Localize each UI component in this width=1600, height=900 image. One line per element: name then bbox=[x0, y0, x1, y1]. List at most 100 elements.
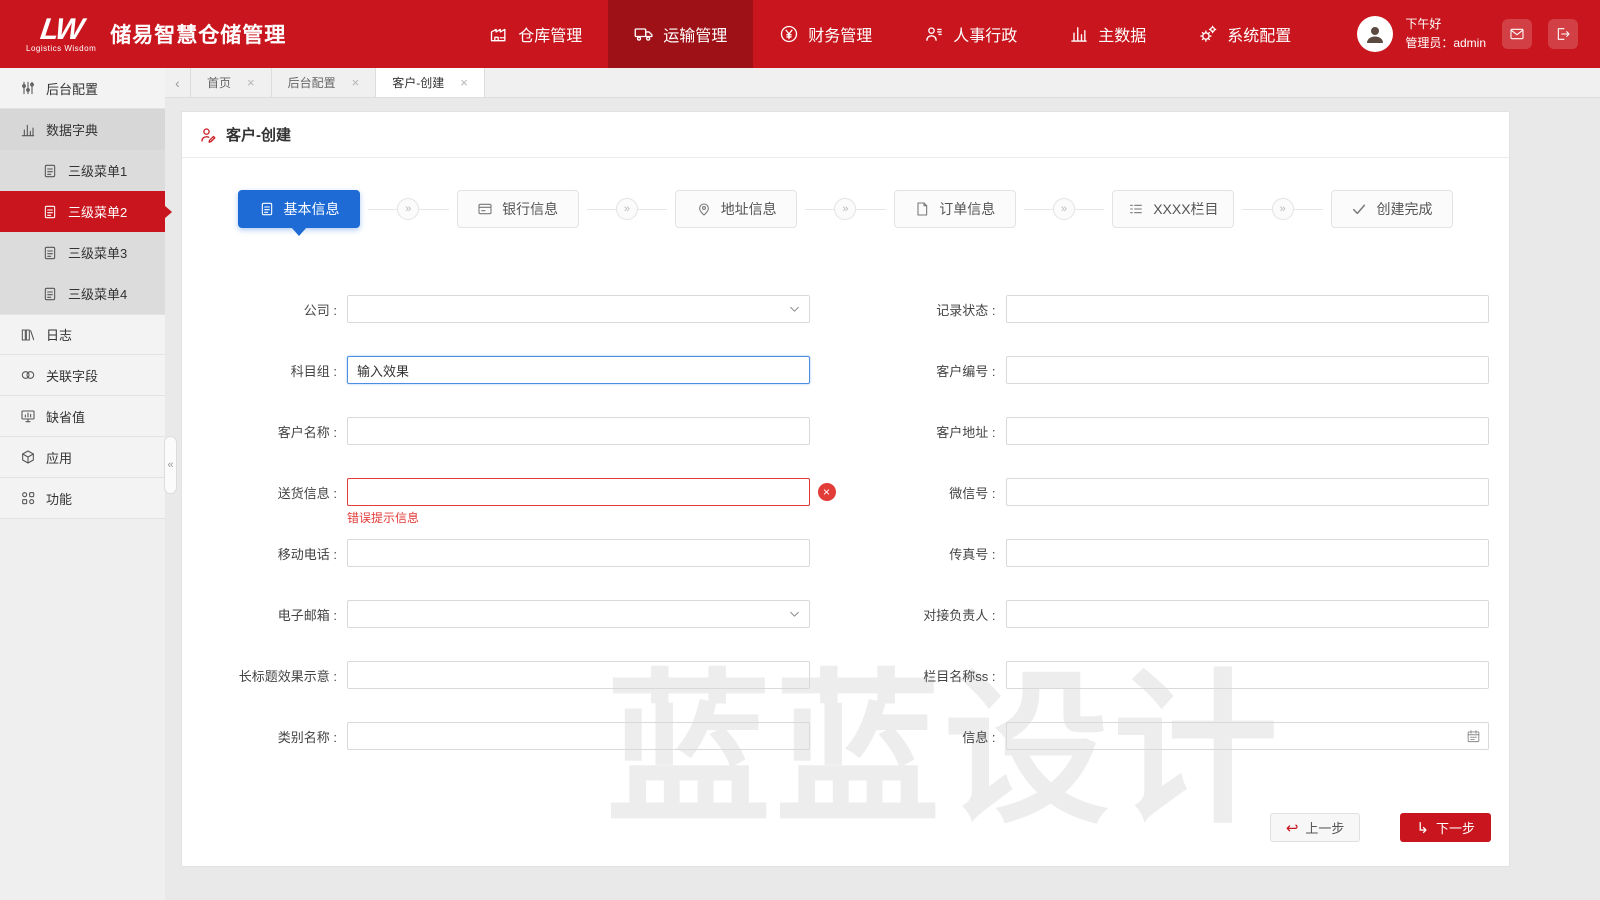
form-row-customer-address: 客户地址 : bbox=[846, 417, 1510, 445]
step-label: 订单信息 bbox=[939, 199, 995, 219]
double-chevron-icon: » bbox=[1272, 198, 1294, 220]
form-row-long-title-demo: 长标题效果示意 : bbox=[182, 661, 846, 689]
nav-item-hr[interactable]: 人事行政 bbox=[898, 0, 1043, 68]
nav-item-warehouse[interactable]: 仓库管理 bbox=[463, 0, 608, 68]
tab-customer-create[interactable]: 客户-创建 × bbox=[376, 68, 485, 97]
step-basic-info[interactable]: 基本信息 bbox=[238, 190, 360, 228]
double-chevron-icon: » bbox=[616, 198, 638, 220]
sidebar-item-data-dictionary[interactable]: 数据字典 bbox=[0, 109, 165, 150]
tab-home[interactable]: 首页 × bbox=[191, 68, 272, 97]
tab-backend-config[interactable]: 后台配置 × bbox=[272, 68, 377, 97]
nav-item-system-config[interactable]: 系统配置 bbox=[1172, 0, 1317, 68]
calendar-icon[interactable] bbox=[1466, 729, 1481, 744]
sidebar-item-label: 应用 bbox=[46, 448, 72, 467]
close-icon[interactable]: × bbox=[460, 75, 468, 90]
email-select[interactable] bbox=[347, 600, 810, 628]
close-icon[interactable]: × bbox=[247, 75, 255, 90]
step-order-info[interactable]: 订单信息 bbox=[894, 190, 1016, 228]
field-label: 科目组 : bbox=[182, 361, 347, 380]
step-address-info[interactable]: 地址信息 bbox=[675, 190, 797, 228]
finance-icon bbox=[779, 24, 799, 44]
step-connector: » bbox=[587, 198, 668, 220]
error-circle-icon[interactable]: × bbox=[818, 483, 836, 501]
mail-button[interactable] bbox=[1502, 19, 1532, 49]
sidebar-item-functions[interactable]: 功能 bbox=[0, 478, 165, 519]
user-role: 管理员：admin bbox=[1405, 34, 1486, 53]
long-title-demo-input[interactable] bbox=[347, 661, 810, 689]
logout-button[interactable] bbox=[1548, 19, 1578, 49]
step-create-complete[interactable]: 创建完成 bbox=[1331, 190, 1453, 228]
step-connector: » bbox=[368, 198, 449, 220]
field-label: 对接负责人 : bbox=[846, 605, 1006, 624]
sidebar-item-backend-config[interactable]: 后台配置 bbox=[0, 68, 165, 109]
nav-item-finance[interactable]: 财务管理 bbox=[753, 0, 898, 68]
step-label: 创建完成 bbox=[1376, 199, 1432, 219]
close-icon[interactable]: × bbox=[352, 75, 360, 90]
sidebar-item-default-values[interactable]: 缺省值 bbox=[0, 396, 165, 437]
category-name-input[interactable] bbox=[347, 722, 810, 750]
sidebar-item-applications[interactable]: 应用 bbox=[0, 437, 165, 478]
sidebar-item-submenu-3[interactable]: 三级菜单3 bbox=[0, 232, 165, 273]
company-select[interactable] bbox=[347, 295, 810, 323]
tab-label: 客户-创建 bbox=[392, 74, 444, 91]
fax-input[interactable] bbox=[1006, 539, 1490, 567]
field-label: 移动电话 : bbox=[182, 544, 347, 563]
tab-bar: ‹ 首页 × 后台配置 × 客户-创建 × bbox=[165, 68, 1600, 98]
location-icon bbox=[696, 201, 712, 217]
bar-chart-icon bbox=[1069, 24, 1089, 44]
sidebar-item-logs[interactable]: 日志 bbox=[0, 314, 165, 355]
column-name-ss-input[interactable] bbox=[1006, 661, 1490, 689]
step-bank-info[interactable]: 银行信息 bbox=[457, 190, 579, 228]
top-navigation: 仓库管理 运输管理 财务管理 人事行政 主数据 bbox=[463, 0, 1317, 68]
next-step-label: 下一步 bbox=[1436, 818, 1475, 837]
grid-icon bbox=[20, 490, 36, 506]
step-label: 银行信息 bbox=[502, 199, 558, 219]
tab-scroll-left[interactable]: ‹ bbox=[165, 68, 191, 97]
customer-address-input[interactable] bbox=[1006, 417, 1490, 445]
form-row-column-name-ss: 栏目名称ss : bbox=[846, 661, 1510, 689]
card-header: 客户-创建 bbox=[182, 112, 1509, 158]
form-row-info-date: 信息 : bbox=[846, 722, 1510, 750]
field-label: 长标题效果示意 : bbox=[182, 666, 347, 685]
nav-item-master-data[interactable]: 主数据 bbox=[1043, 0, 1172, 68]
next-step-button[interactable]: ↳ 下一步 bbox=[1400, 813, 1491, 842]
mobile-phone-input[interactable] bbox=[347, 539, 810, 567]
sidebar-item-submenu-2[interactable]: 三级菜单2 bbox=[0, 191, 165, 232]
form-row-contact-person: 对接负责人 : bbox=[846, 600, 1510, 628]
nav-item-transport[interactable]: 运输管理 bbox=[608, 0, 753, 68]
nav-item-label: 人事行政 bbox=[953, 22, 1017, 46]
prev-step-button[interactable]: ↩ 上一步 bbox=[1270, 813, 1361, 842]
info-date-input[interactable] bbox=[1006, 722, 1490, 750]
contact-person-input[interactable] bbox=[1006, 600, 1490, 628]
form-row-wechat: 微信号 : bbox=[846, 478, 1510, 506]
subject-group-input[interactable] bbox=[347, 356, 810, 384]
sliders-icon bbox=[20, 80, 36, 96]
wechat-input[interactable] bbox=[1006, 478, 1490, 506]
logo-mark: LW Logistics Wisdom bbox=[26, 16, 96, 53]
nav-item-label: 财务管理 bbox=[808, 22, 872, 46]
step-label: XXXX栏目 bbox=[1153, 199, 1218, 219]
step-xxxx-column[interactable]: XXXX栏目 bbox=[1112, 190, 1234, 228]
delivery-info-input[interactable] bbox=[347, 478, 810, 506]
form-row-fax: 传真号 : bbox=[846, 539, 1510, 567]
customer-name-input[interactable] bbox=[347, 417, 810, 445]
people-icon bbox=[924, 24, 944, 44]
sidebar-item-label: 数据字典 bbox=[46, 120, 98, 139]
chevron-left-icon: ‹ bbox=[175, 75, 180, 91]
form-row-mobile-phone: 移动电话 : bbox=[182, 539, 846, 567]
record-status-input[interactable] bbox=[1006, 295, 1490, 323]
warehouse-icon bbox=[489, 24, 509, 44]
field-label: 客户地址 : bbox=[846, 422, 1006, 441]
sidebar-item-submenu-1[interactable]: 三级菜单1 bbox=[0, 150, 165, 191]
doc-icon bbox=[42, 245, 58, 261]
customer-number-input[interactable] bbox=[1006, 356, 1490, 384]
sidebar-item-label: 三级菜单3 bbox=[68, 243, 127, 262]
avatar[interactable] bbox=[1357, 16, 1393, 52]
sidebar-item-linked-fields[interactable]: 关联字段 bbox=[0, 355, 165, 396]
sidebar-item-submenu-4[interactable]: 三级菜单4 bbox=[0, 273, 165, 314]
field-label: 客户编号 : bbox=[846, 361, 1006, 380]
double-chevron-icon: » bbox=[1053, 198, 1075, 220]
sidebar-item-label: 三级菜单4 bbox=[68, 284, 127, 303]
sidebar-collapse-handle[interactable]: « bbox=[164, 436, 177, 494]
truck-icon bbox=[634, 24, 654, 44]
